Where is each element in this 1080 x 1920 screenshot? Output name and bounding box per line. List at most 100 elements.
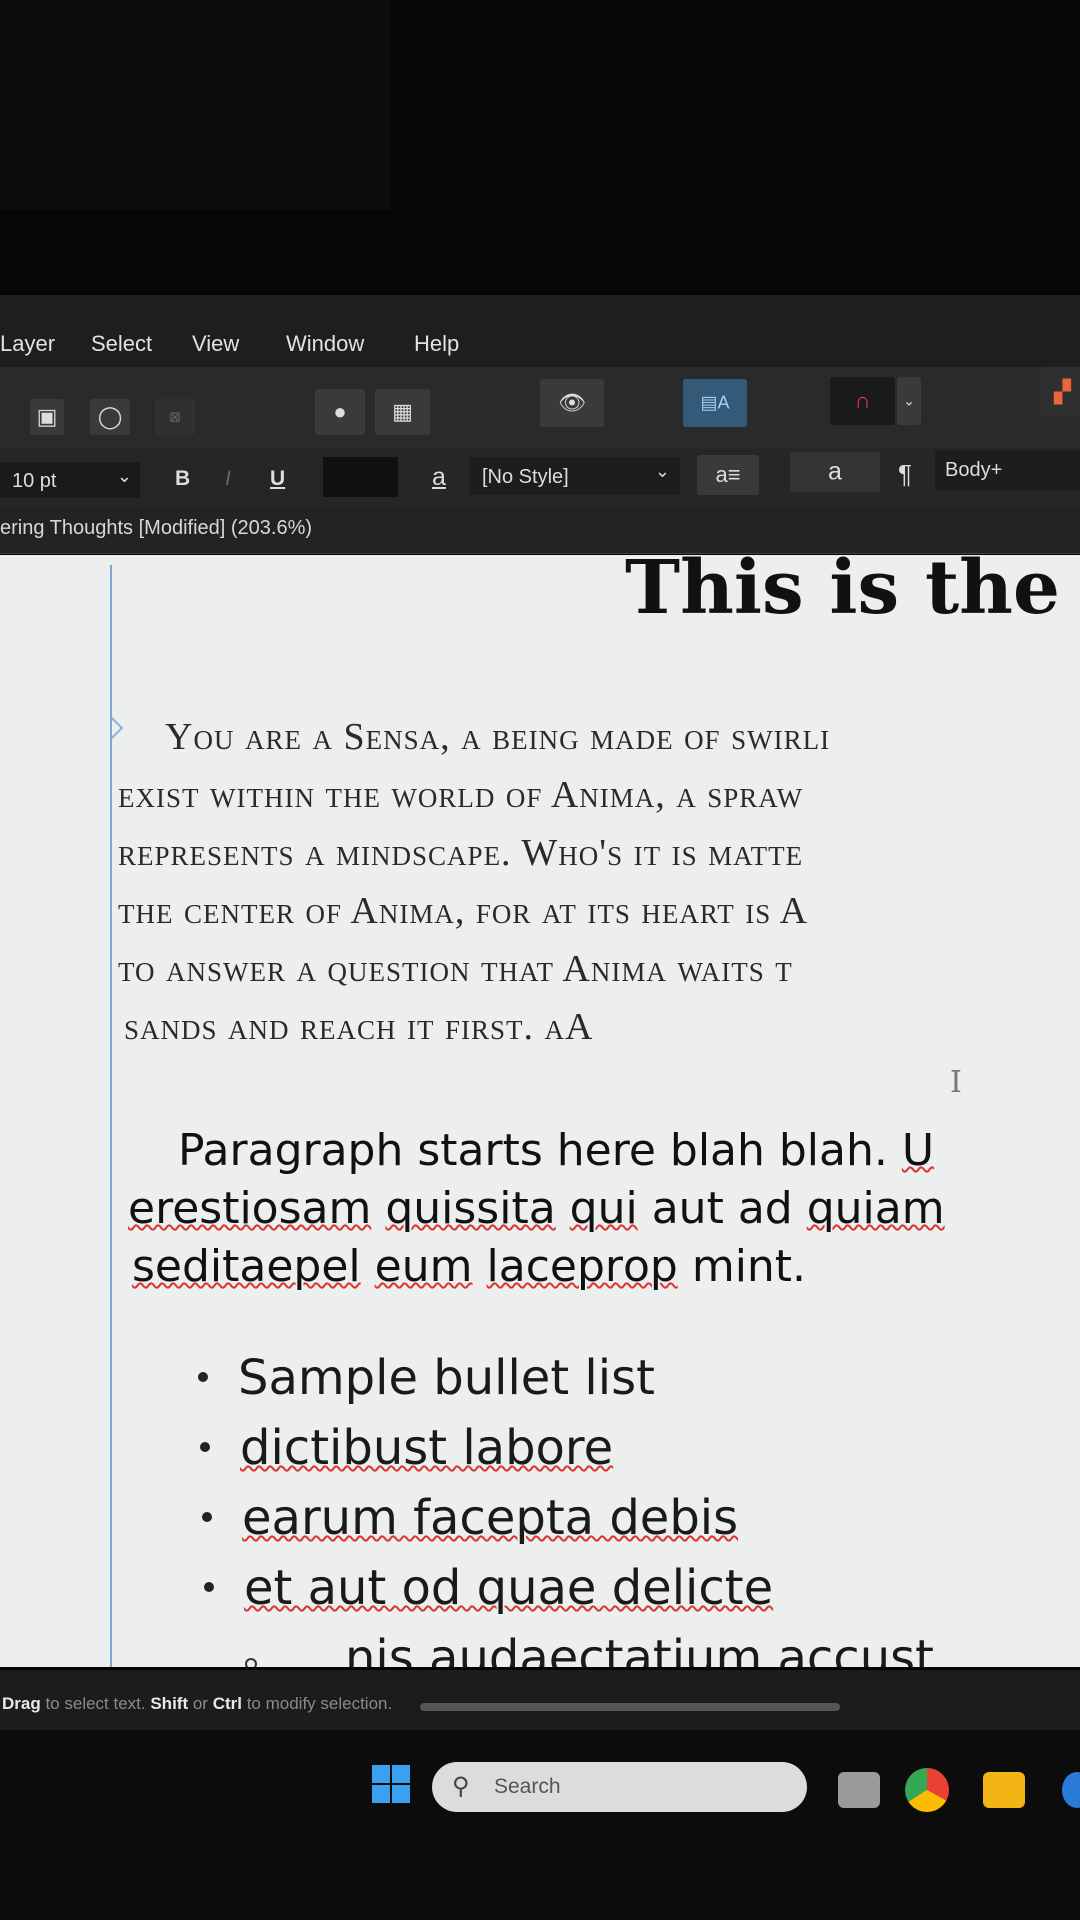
context-toolbar: 10 pt ⌄ B I U a [No Style] ⌄ a≡ a ¶ Body… xyxy=(0,447,1080,507)
text-frame-icon: ▤A xyxy=(700,392,730,413)
menu-layer[interactable]: Layer xyxy=(0,331,55,357)
bullet-text: earum facepta debis xyxy=(242,1490,739,1546)
misspelled-word: eum xyxy=(374,1241,473,1292)
windows-start-icon[interactable] xyxy=(372,1765,412,1805)
disabled-tool-button[interactable]: ⊠ xyxy=(155,399,195,435)
bullet-text: nis audaectatium accust xyxy=(345,1630,934,1667)
paragraph-style-select[interactable]: [No Style] ⌄ xyxy=(470,457,680,495)
eye-icon: 👁 xyxy=(558,390,586,415)
chrome-icon[interactable] xyxy=(905,1768,949,1812)
pin-tool-button[interactable]: ● xyxy=(315,389,365,435)
logo-pane xyxy=(392,1765,410,1783)
screen-bezel xyxy=(0,0,1080,300)
document-tab[interactable]: ering Thoughts [Modified] (203.6%) xyxy=(0,507,1080,554)
horizontal-scrollbar[interactable] xyxy=(420,1703,840,1711)
assets-button[interactable]: ▞ xyxy=(1040,367,1080,417)
frame-tool-button[interactable]: ▣ xyxy=(30,399,64,435)
assets-icon: ▞ xyxy=(1054,379,1071,404)
status-text: to select text. xyxy=(40,1694,151,1713)
text-flow-marker xyxy=(100,716,124,740)
font-size-field[interactable]: 10 pt ⌄ xyxy=(0,462,140,498)
ellipse-tool-button[interactable]: ◯ xyxy=(90,399,130,435)
bullet-dot xyxy=(202,1512,212,1522)
edge-icon[interactable] xyxy=(1062,1772,1080,1808)
text-frame-button[interactable]: ▤A xyxy=(683,379,747,427)
paragraph-word: ad xyxy=(737,1183,793,1234)
bullet-text: Sample bullet list xyxy=(238,1350,655,1406)
status-text: to modify selection. xyxy=(241,1694,393,1713)
i-beam-cursor-icon: I xyxy=(950,1065,962,1100)
smallcaps-line-5: to answer a question that Anima waits t xyxy=(118,948,793,990)
magnet-icon: ∩ xyxy=(854,388,871,413)
underline-button[interactable]: U xyxy=(270,467,285,491)
menu-view[interactable]: View xyxy=(192,331,239,357)
document-canvas[interactable]: This is the You are a Sensa, a being mad… xyxy=(0,555,1080,1667)
bullet-text: dictibust labore xyxy=(240,1420,614,1476)
chevron-down-icon: ⌄ xyxy=(903,392,915,409)
preview-button[interactable]: 👁 xyxy=(540,379,604,427)
paragraph-text: Paragraph starts here blah blah. xyxy=(178,1125,902,1176)
smallcaps-line-2: exist within the world of Anima, a spraw xyxy=(118,774,804,816)
bullet-item: Sample bullet list xyxy=(198,1350,655,1406)
pilcrow-icon[interactable]: ¶ xyxy=(898,459,912,490)
smallcaps-line-1: You are a Sensa, a being made of swirli xyxy=(165,716,831,758)
paragraph-style-name-field[interactable]: Body+ xyxy=(935,450,1080,490)
file-explorer-icon[interactable] xyxy=(983,1772,1025,1808)
paragraph-style-value: [No Style] xyxy=(482,466,569,488)
menu-select[interactable]: Select xyxy=(91,331,152,357)
search-placeholder: Search xyxy=(494,1775,561,1798)
misspelled-word: laceprор xyxy=(486,1241,678,1292)
bullet-item: earum facepta debis xyxy=(202,1490,739,1546)
font-size-value: 10 pt xyxy=(12,470,57,492)
snapping-dropdown[interactable]: ⌄ xyxy=(897,377,921,425)
taskbar-search-box[interactable]: ⚲ Search xyxy=(432,1762,807,1812)
paragraph-line-1: Paragraph starts here blah blah. U xyxy=(178,1125,934,1176)
menu-bar: Layer Select View Window Help xyxy=(0,295,1080,367)
menu-help[interactable]: Help xyxy=(414,331,459,357)
table-tool-button[interactable]: ▦ xyxy=(375,389,430,435)
menu-window[interactable]: Window xyxy=(286,331,364,357)
smallcaps-line-4: the center of Anima, for at its heart is… xyxy=(118,890,809,932)
bold-button[interactable]: B xyxy=(175,467,190,491)
text-style-icon: a≡ xyxy=(715,462,741,487)
text-color-swatch[interactable] xyxy=(323,457,398,497)
status-bar: Drag to select text. Shift or Ctrl to mo… xyxy=(0,1670,1080,1730)
bullet-dot xyxy=(200,1442,210,1452)
chevron-down-icon: ⌄ xyxy=(654,461,670,481)
pin-icon: ● xyxy=(333,399,347,424)
smallcaps-line-6: sands and reach it first. aA xyxy=(124,1006,594,1048)
text-style-button[interactable]: a≡ xyxy=(697,455,759,495)
misspelled-word: seditaepel xyxy=(132,1241,361,1292)
misspelled-word: quiam xyxy=(806,1183,945,1234)
paragraph-glyph-button[interactable]: a xyxy=(790,452,880,492)
bullet-dot xyxy=(198,1372,208,1382)
taskbar: ⚲ Search xyxy=(0,1730,1080,1920)
status-key: Ctrl xyxy=(212,1694,242,1713)
status-key: Drag xyxy=(2,1694,41,1713)
paragraph-line-2: erestiosam quissita qui aut ad quiam xyxy=(128,1183,945,1234)
misspelled-word: quissita xyxy=(385,1183,556,1234)
logo-pane xyxy=(372,1785,390,1803)
search-icon: ⚲ xyxy=(452,1773,470,1800)
document-title: ering Thoughts [Modified] (203.6%) xyxy=(0,517,313,539)
snapping-button[interactable]: ∩ xyxy=(830,377,895,425)
logo-pane xyxy=(392,1785,410,1803)
paragraph-line-3: seditaepel eum laceprор mint. xyxy=(132,1241,806,1292)
italic-button[interactable]: I xyxy=(225,467,231,491)
paragraph-style-name: Body+ xyxy=(945,459,1003,481)
status-message: Drag to select text. Shift or Ctrl to mo… xyxy=(2,1694,392,1714)
sub-bullet-item: nis audaectatium accust xyxy=(245,1630,934,1667)
heading: This is the xyxy=(625,555,1061,631)
background-window xyxy=(0,0,390,210)
bullet-item: dictibust labore xyxy=(200,1420,614,1476)
task-view-icon[interactable] xyxy=(838,1772,880,1808)
table-icon: ▦ xyxy=(392,399,413,424)
bullet-dot xyxy=(204,1582,214,1592)
character-style-button[interactable]: a xyxy=(432,463,446,492)
status-text: or xyxy=(188,1694,213,1713)
sub-bullet-dot xyxy=(245,1658,257,1667)
bullet-item: et aut od quae delicte xyxy=(204,1560,773,1616)
circle-icon: ◯ xyxy=(97,404,123,429)
paragraph-glyph: a xyxy=(828,457,842,486)
toolbar: ▣ ◯ ⊠ ● ▦ 👁 ▤A ∩ ⌄ ▞ xyxy=(0,367,1080,447)
